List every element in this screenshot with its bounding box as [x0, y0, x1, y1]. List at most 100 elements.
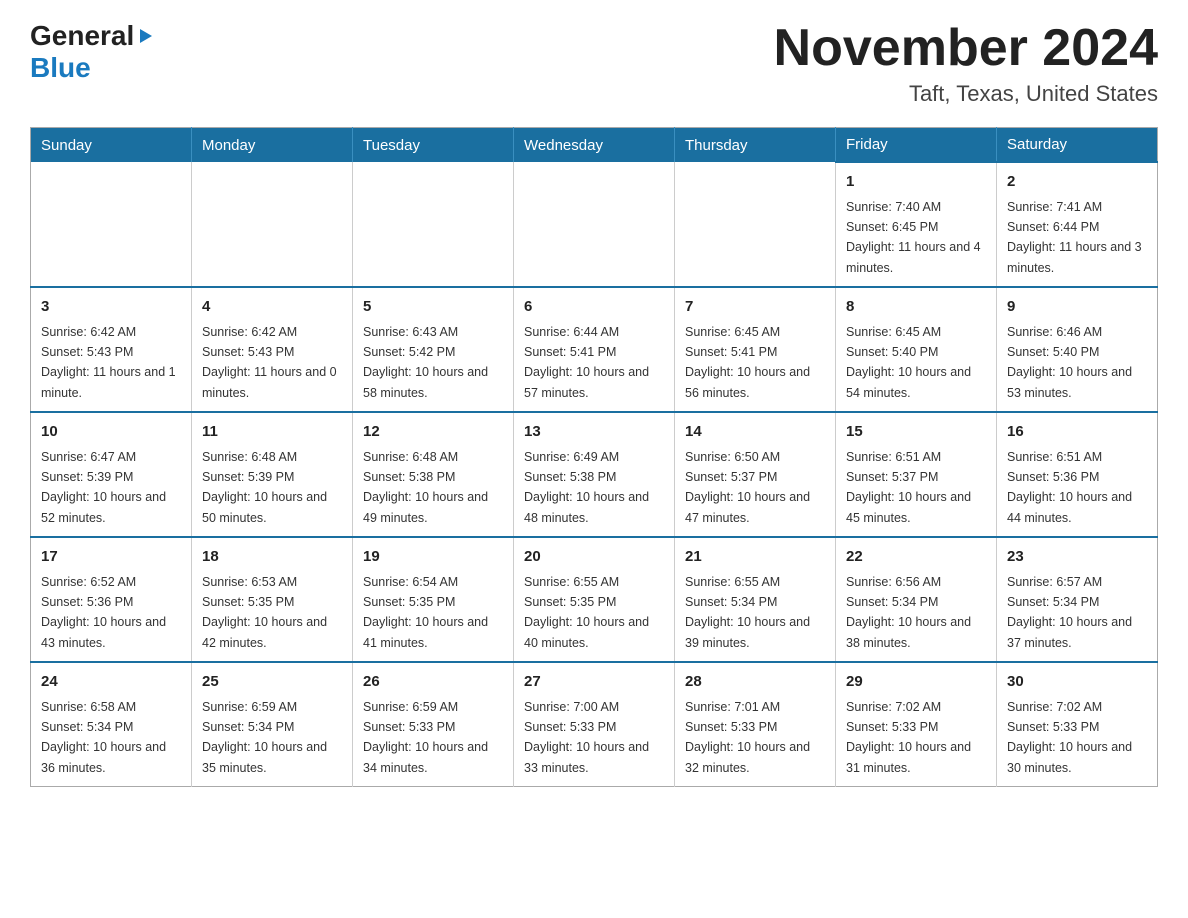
day-number: 5 [363, 296, 503, 319]
header-monday: Monday [192, 128, 353, 163]
header-saturday: Saturday [997, 128, 1158, 163]
calendar-cell: 25 Sunrise: 6:59 AM Sunset: 5:34 PM Dayli… [192, 662, 353, 787]
header-sunday: Sunday [31, 128, 192, 163]
calendar-cell: 12 Sunrise: 6:48 AM Sunset: 5:38 PM Dayli… [353, 412, 514, 537]
calendar-cell: 23 Sunrise: 6:57 AM Sunset: 5:34 PM Dayli… [997, 537, 1158, 662]
day-info: Sunrise: 7:40 AM Sunset: 6:45 PM Dayligh… [846, 200, 981, 275]
day-info: Sunrise: 6:59 AM Sunset: 5:34 PM Dayligh… [202, 700, 327, 775]
calendar-cell: 13Sunrise: 6:49 AM Sunset: 5:38 PM Dayli… [514, 412, 675, 537]
day-info: Sunrise: 6:42 AM Sunset: 5:43 PM Dayligh… [41, 325, 176, 400]
day-info: Sunrise: 6:43 AM Sunset: 5:42 PM Dayligh… [363, 325, 488, 400]
header-tuesday: Tuesday [353, 128, 514, 163]
calendar-week-1: 1 Sunrise: 7:40 AM Sunset: 6:45 PM Daylig… [31, 162, 1158, 287]
month-title: November 2024 [774, 20, 1158, 77]
calendar-cell: 18 Sunrise: 6:53 AM Sunset: 5:35 PM Dayli… [192, 537, 353, 662]
calendar-cell: 20Sunrise: 6:55 AM Sunset: 5:35 PM Dayli… [514, 537, 675, 662]
day-info: Sunrise: 6:48 AM Sunset: 5:39 PM Dayligh… [202, 450, 327, 525]
day-info: Sunrise: 6:44 AM Sunset: 5:41 PM Dayligh… [524, 325, 649, 400]
calendar-cell [514, 162, 675, 287]
calendar-cell: 27Sunrise: 7:00 AM Sunset: 5:33 PM Dayli… [514, 662, 675, 787]
calendar-week-4: 17 Sunrise: 6:52 AM Sunset: 5:36 PM Dayli… [31, 537, 1158, 662]
calendar-cell: 10 Sunrise: 6:47 AM Sunset: 5:39 PM Dayli… [31, 412, 192, 537]
day-info: Sunrise: 7:02 AM Sunset: 5:33 PM Dayligh… [1007, 700, 1132, 775]
day-number: 17 [41, 546, 181, 569]
day-number: 18 [202, 546, 342, 569]
day-number: 10 [41, 421, 181, 444]
day-info: Sunrise: 6:48 AM Sunset: 5:38 PM Dayligh… [363, 450, 488, 525]
day-info: Sunrise: 7:02 AM Sunset: 5:33 PM Dayligh… [846, 700, 971, 775]
day-info: Sunrise: 6:59 AM Sunset: 5:33 PM Dayligh… [363, 700, 488, 775]
logo-triangle-icon [136, 27, 154, 45]
calendar-cell: 3Sunrise: 6:42 AM Sunset: 5:43 PM Daylig… [31, 287, 192, 412]
day-info: Sunrise: 6:45 AM Sunset: 5:41 PM Dayligh… [685, 325, 810, 400]
day-info: Sunrise: 6:55 AM Sunset: 5:34 PM Dayligh… [685, 575, 810, 650]
title-section: November 2024 Taft, Texas, United States [774, 20, 1158, 107]
calendar-cell: 5 Sunrise: 6:43 AM Sunset: 5:42 PM Daylig… [353, 287, 514, 412]
calendar-cell: 28 Sunrise: 7:01 AM Sunset: 5:33 PM Dayli… [675, 662, 836, 787]
day-number: 25 [202, 671, 342, 694]
calendar-cell: 8 Sunrise: 6:45 AM Sunset: 5:40 PM Daylig… [836, 287, 997, 412]
calendar-cell: 16 Sunrise: 6:51 AM Sunset: 5:36 PM Dayli… [997, 412, 1158, 537]
day-info: Sunrise: 6:50 AM Sunset: 5:37 PM Dayligh… [685, 450, 810, 525]
day-info: Sunrise: 7:00 AM Sunset: 5:33 PM Dayligh… [524, 700, 649, 775]
day-number: 20 [524, 546, 664, 569]
logo-blue-text: Blue [30, 52, 91, 83]
calendar-cell: 14 Sunrise: 6:50 AM Sunset: 5:37 PM Dayli… [675, 412, 836, 537]
location-title: Taft, Texas, United States [774, 81, 1158, 107]
day-number: 13 [524, 421, 664, 444]
header-thursday: Thursday [675, 128, 836, 163]
calendar-cell: 2Sunrise: 7:41 AM Sunset: 6:44 PM Daylig… [997, 162, 1158, 287]
calendar-cell: 29Sunrise: 7:02 AM Sunset: 5:33 PM Dayli… [836, 662, 997, 787]
day-number: 1 [846, 171, 986, 194]
day-number: 8 [846, 296, 986, 319]
day-number: 14 [685, 421, 825, 444]
calendar-cell: 4 Sunrise: 6:42 AM Sunset: 5:43 PM Daylig… [192, 287, 353, 412]
calendar-cell [31, 162, 192, 287]
day-number: 16 [1007, 421, 1147, 444]
day-info: Sunrise: 6:58 AM Sunset: 5:34 PM Dayligh… [41, 700, 166, 775]
page-header: General Blue November 2024 Taft, Texas, … [30, 20, 1158, 107]
calendar-week-3: 10 Sunrise: 6:47 AM Sunset: 5:39 PM Dayli… [31, 412, 1158, 537]
day-number: 19 [363, 546, 503, 569]
day-info: Sunrise: 6:47 AM Sunset: 5:39 PM Dayligh… [41, 450, 166, 525]
day-info: Sunrise: 6:46 AM Sunset: 5:40 PM Dayligh… [1007, 325, 1132, 400]
day-number: 26 [363, 671, 503, 694]
calendar-header-row: SundayMondayTuesdayWednesdayThursdayFrid… [31, 128, 1158, 163]
calendar-cell: 21 Sunrise: 6:55 AM Sunset: 5:34 PM Dayli… [675, 537, 836, 662]
day-info: Sunrise: 7:41 AM Sunset: 6:44 PM Dayligh… [1007, 200, 1142, 275]
day-info: Sunrise: 6:56 AM Sunset: 5:34 PM Dayligh… [846, 575, 971, 650]
logo: General Blue [30, 20, 154, 84]
logo-general-text: General [30, 20, 134, 52]
calendar-cell [353, 162, 514, 287]
calendar-week-5: 24 Sunrise: 6:58 AM Sunset: 5:34 PM Dayli… [31, 662, 1158, 787]
day-info: Sunrise: 6:52 AM Sunset: 5:36 PM Dayligh… [41, 575, 166, 650]
day-number: 24 [41, 671, 181, 694]
day-info: Sunrise: 6:51 AM Sunset: 5:37 PM Dayligh… [846, 450, 971, 525]
calendar-cell: 19Sunrise: 6:54 AM Sunset: 5:35 PM Dayli… [353, 537, 514, 662]
calendar-cell: 22Sunrise: 6:56 AM Sunset: 5:34 PM Dayli… [836, 537, 997, 662]
header-wednesday: Wednesday [514, 128, 675, 163]
calendar-cell: 24 Sunrise: 6:58 AM Sunset: 5:34 PM Dayli… [31, 662, 192, 787]
day-number: 4 [202, 296, 342, 319]
day-number: 21 [685, 546, 825, 569]
day-number: 7 [685, 296, 825, 319]
day-number: 23 [1007, 546, 1147, 569]
day-info: Sunrise: 6:51 AM Sunset: 5:36 PM Dayligh… [1007, 450, 1132, 525]
calendar-week-2: 3Sunrise: 6:42 AM Sunset: 5:43 PM Daylig… [31, 287, 1158, 412]
day-number: 9 [1007, 296, 1147, 319]
calendar-cell: 1 Sunrise: 7:40 AM Sunset: 6:45 PM Daylig… [836, 162, 997, 287]
day-number: 28 [685, 671, 825, 694]
day-number: 6 [524, 296, 664, 319]
day-number: 15 [846, 421, 986, 444]
day-info: Sunrise: 6:53 AM Sunset: 5:35 PM Dayligh… [202, 575, 327, 650]
day-info: Sunrise: 6:57 AM Sunset: 5:34 PM Dayligh… [1007, 575, 1132, 650]
calendar-cell: 7 Sunrise: 6:45 AM Sunset: 5:41 PM Daylig… [675, 287, 836, 412]
calendar-cell: 15 Sunrise: 6:51 AM Sunset: 5:37 PM Dayli… [836, 412, 997, 537]
calendar-cell: 11Sunrise: 6:48 AM Sunset: 5:39 PM Dayli… [192, 412, 353, 537]
day-info: Sunrise: 7:01 AM Sunset: 5:33 PM Dayligh… [685, 700, 810, 775]
day-info: Sunrise: 6:45 AM Sunset: 5:40 PM Dayligh… [846, 325, 971, 400]
calendar-cell [192, 162, 353, 287]
day-info: Sunrise: 6:42 AM Sunset: 5:43 PM Dayligh… [202, 325, 337, 400]
day-number: 12 [363, 421, 503, 444]
calendar-cell [675, 162, 836, 287]
